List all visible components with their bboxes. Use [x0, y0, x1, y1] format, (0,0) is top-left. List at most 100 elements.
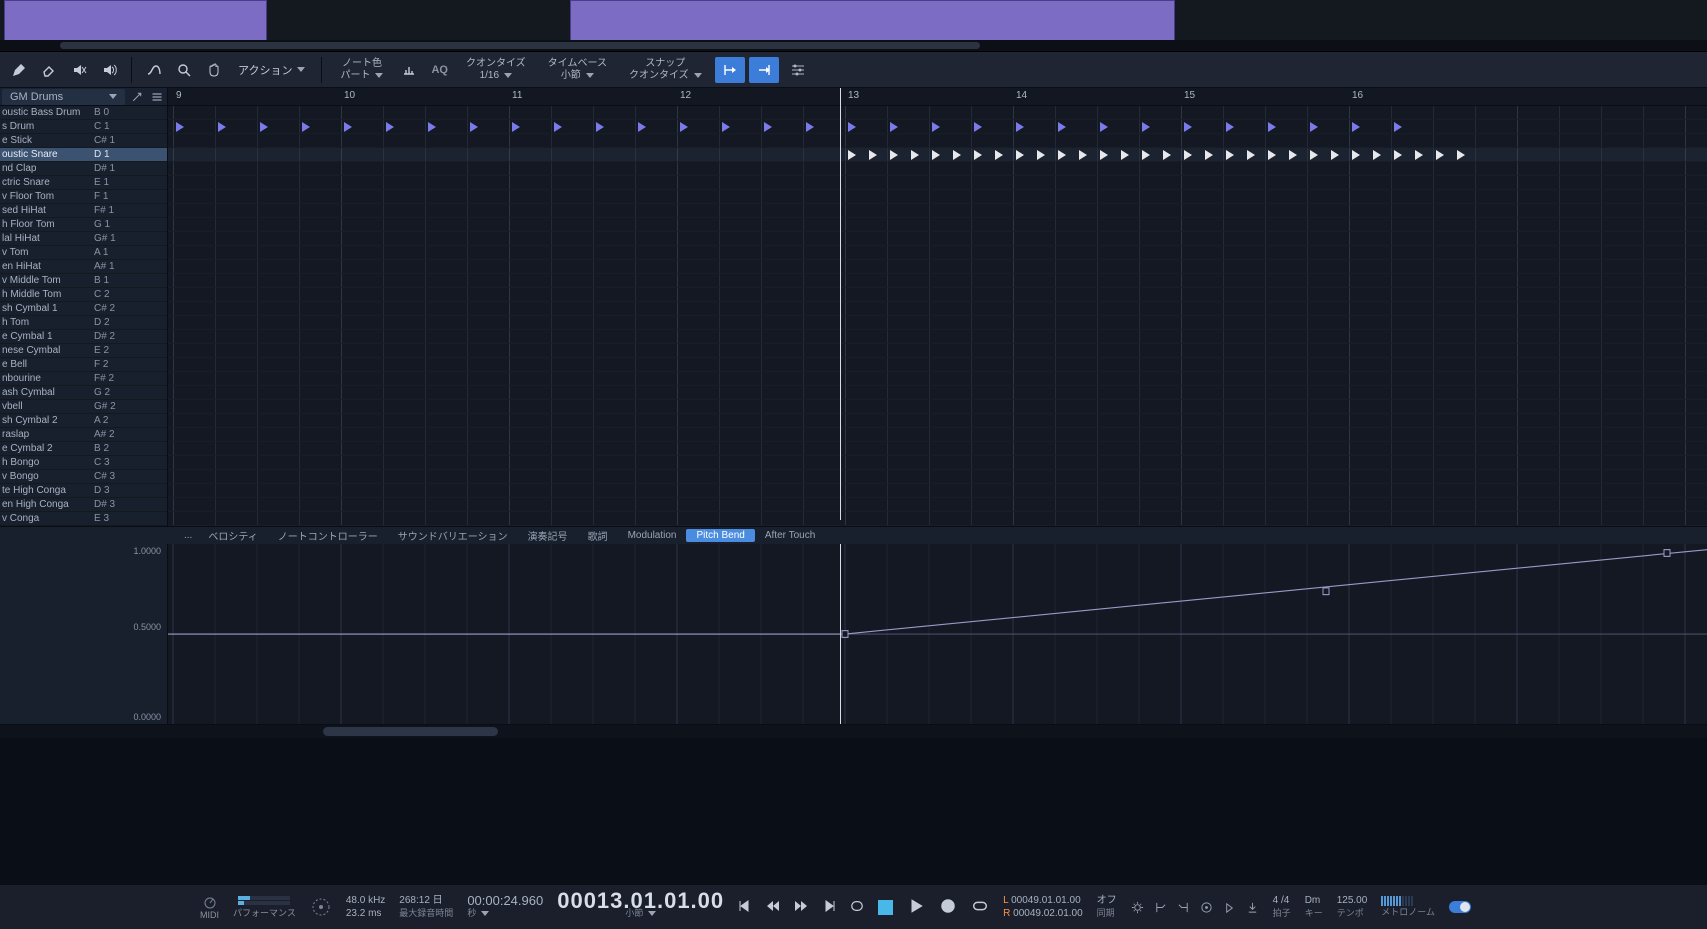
controller-tab[interactable]: 歌詞	[578, 527, 618, 544]
drum-row[interactable]: e Cymbal 2B 2	[0, 442, 167, 456]
drum-row[interactable]: v BongoC# 3	[0, 470, 167, 484]
midi-note[interactable]	[1331, 150, 1339, 160]
stop-button[interactable]	[878, 900, 893, 915]
mute-icon[interactable]	[65, 57, 93, 83]
go-to-start-icon[interactable]	[738, 899, 752, 916]
drum-row[interactable]: lal HiHatG# 1	[0, 232, 167, 246]
midi-note[interactable]	[1226, 122, 1234, 132]
drum-map-select[interactable]: GM Drums	[2, 89, 125, 105]
horizontal-scrollbar[interactable]	[0, 724, 1707, 738]
quantize-select[interactable]: クオンタイズ 1/16	[456, 58, 536, 82]
midi-note[interactable]	[1163, 150, 1171, 160]
midi-note[interactable]	[1226, 150, 1234, 160]
drum-row[interactable]: v Middle TomB 1	[0, 274, 167, 288]
play-button[interactable]	[907, 897, 925, 918]
controller-lane[interactable]	[168, 544, 1707, 724]
hand-tool-icon[interactable]	[200, 57, 228, 83]
drum-row[interactable]: te High CongaD 3	[0, 484, 167, 498]
midi-note[interactable]	[1310, 150, 1318, 160]
midi-note[interactable]	[911, 150, 919, 160]
forward-icon[interactable]	[794, 899, 808, 916]
time-display[interactable]: 00:00:24.960 秒	[467, 894, 543, 920]
midi-note[interactable]	[1394, 150, 1402, 160]
midi-note[interactable]	[1100, 122, 1108, 132]
midi-note[interactable]	[1247, 150, 1255, 160]
marker-out-icon[interactable]	[1177, 901, 1190, 914]
controller-tab[interactable]: ...	[178, 529, 198, 542]
midi-note[interactable]	[932, 150, 940, 160]
midi-note[interactable]	[953, 150, 961, 160]
action-menu[interactable]: アクション	[230, 59, 313, 81]
midi-note[interactable]	[680, 122, 688, 132]
midi-note[interactable]	[1352, 150, 1360, 160]
midi-note[interactable]	[218, 122, 226, 132]
midi-note[interactable]	[512, 122, 520, 132]
drum-row[interactable]: raslapA# 2	[0, 428, 167, 442]
controller-tab[interactable]: ノートコントローラー	[268, 527, 388, 544]
midi-note[interactable]	[806, 122, 814, 132]
metronome-toggle[interactable]	[1449, 901, 1471, 913]
note-color-select[interactable]: ノート色 パート	[330, 58, 393, 82]
draw-tool-icon[interactable]	[5, 57, 33, 83]
controller-tab[interactable]: Modulation	[618, 529, 687, 542]
midi-note[interactable]	[1436, 150, 1444, 160]
drum-row[interactable]: sh Cymbal 2A 2	[0, 414, 167, 428]
midi-note[interactable]	[974, 122, 982, 132]
drum-row[interactable]: h BongoC 3	[0, 456, 167, 470]
midi-note[interactable]	[260, 122, 268, 132]
timebase-select[interactable]: タイムベース 小節	[538, 58, 617, 82]
drum-row[interactable]: ash CymbalG 2	[0, 386, 167, 400]
midi-note[interactable]	[596, 122, 604, 132]
time-signature[interactable]: 4 /4拍子	[1273, 894, 1291, 920]
midi-note[interactable]	[1268, 122, 1276, 132]
drum-row[interactable]: sh Cymbal 1C# 2	[0, 302, 167, 316]
drum-row[interactable]: en High CongaD# 3	[0, 498, 167, 512]
record-button[interactable]	[939, 897, 957, 918]
drum-row[interactable]: s DrumC 1	[0, 120, 167, 134]
midi-note[interactable]	[1058, 150, 1066, 160]
midi-note[interactable]	[1415, 150, 1423, 160]
note-grid[interactable]: 910111213141516 ...ベロシティノートコントローラーサウンドバリ…	[168, 88, 1707, 701]
midi-note[interactable]	[764, 122, 772, 132]
midi-note[interactable]	[1100, 150, 1108, 160]
loop-icon[interactable]	[850, 899, 864, 916]
cpu-icon[interactable]	[310, 896, 332, 918]
playhead[interactable]	[840, 88, 841, 520]
list-icon[interactable]	[149, 89, 165, 105]
midi-note[interactable]	[1268, 150, 1276, 160]
metronome-display[interactable]: メトロノーム	[1381, 896, 1435, 919]
drum-row[interactable]: v Floor TomF 1	[0, 190, 167, 204]
midi-note[interactable]	[890, 122, 898, 132]
curve-tool-icon[interactable]	[140, 57, 168, 83]
controller-tab[interactable]: サウンドバリエーション	[388, 527, 518, 544]
key-display[interactable]: Dmキー	[1305, 894, 1323, 920]
midi-note[interactable]	[302, 122, 310, 132]
drum-row[interactable]: nese CymbalE 2	[0, 344, 167, 358]
drum-row[interactable]: en HiHatA# 1	[0, 260, 167, 274]
midi-note[interactable]	[1310, 122, 1318, 132]
drum-row[interactable]: v CongaE 3	[0, 512, 167, 526]
midi-note[interactable]	[722, 122, 730, 132]
snap-toggle-a[interactable]	[715, 57, 745, 83]
marker-in-icon[interactable]	[1154, 901, 1167, 914]
settings-icon[interactable]	[783, 57, 813, 83]
midi-note[interactable]	[554, 122, 562, 132]
midi-note[interactable]	[1205, 150, 1213, 160]
midi-note[interactable]	[890, 150, 898, 160]
gear-icon[interactable]	[1131, 901, 1144, 914]
midi-note[interactable]	[1016, 122, 1024, 132]
midi-note[interactable]	[1184, 122, 1192, 132]
drum-row[interactable]: oustic SnareD 1	[0, 148, 167, 162]
midi-note[interactable]	[848, 150, 856, 160]
midi-note[interactable]	[1037, 150, 1045, 160]
midi-note[interactable]	[848, 122, 856, 132]
performance-meter[interactable]: MIDI	[200, 895, 219, 920]
rewind-icon[interactable]	[766, 899, 780, 916]
drum-row[interactable]: nbourineF# 2	[0, 372, 167, 386]
midi-note[interactable]	[1058, 122, 1066, 132]
drum-row[interactable]: oustic Bass DrumB 0	[0, 106, 167, 120]
midi-note[interactable]	[1016, 150, 1024, 160]
midi-note[interactable]	[1373, 150, 1381, 160]
midi-note[interactable]	[1289, 150, 1297, 160]
controller-tab[interactable]: After Touch	[755, 529, 825, 542]
